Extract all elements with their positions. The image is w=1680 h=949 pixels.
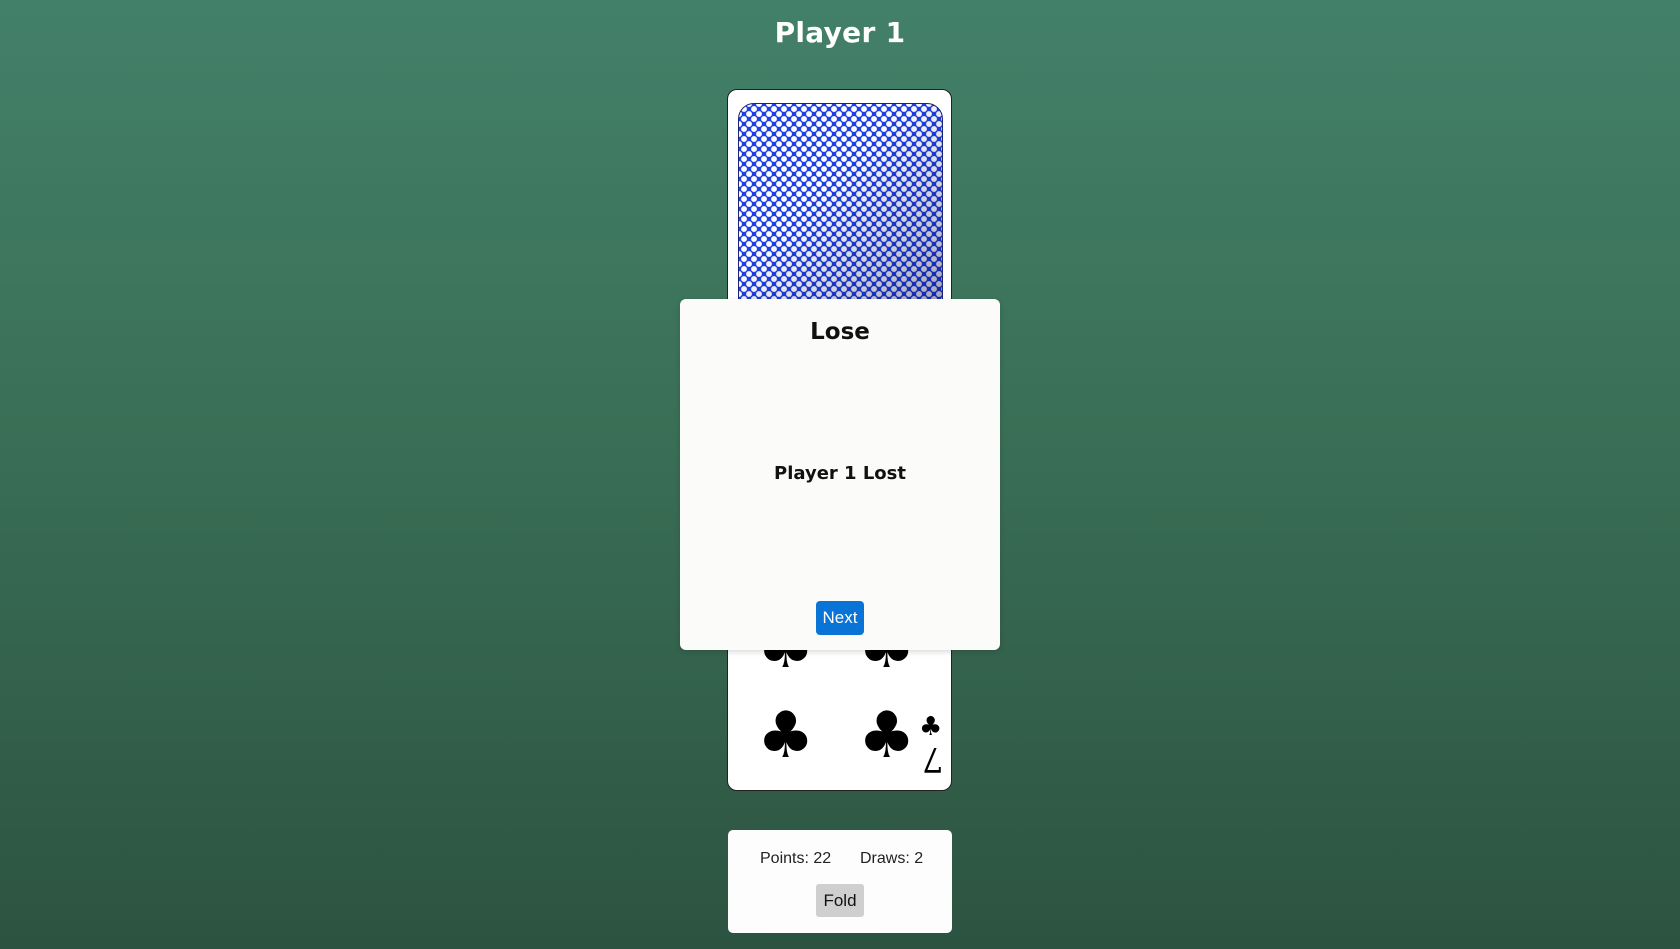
fold-button[interactable]: Fold (816, 884, 864, 917)
club-pip-icon: ♣ (858, 699, 916, 773)
card-back-pattern (738, 103, 943, 300)
corner-rank: 7 (922, 739, 944, 779)
points-label: Points: 22 (760, 850, 832, 867)
corner-club-icon: ♣ (919, 712, 943, 742)
modal-title: Lose (810, 319, 870, 345)
status-panel: Points: 22 Draws: 2 Fold (728, 830, 952, 933)
player-title: Player 1 (774, 16, 906, 49)
result-modal: Lose Player 1 Lost Next (680, 299, 1000, 650)
club-pip-icon: ♣ (757, 699, 815, 773)
modal-message: Player 1 Lost (774, 463, 906, 484)
next-button[interactable]: Next (816, 601, 864, 635)
draws-label: Draws: 2 (860, 850, 924, 867)
